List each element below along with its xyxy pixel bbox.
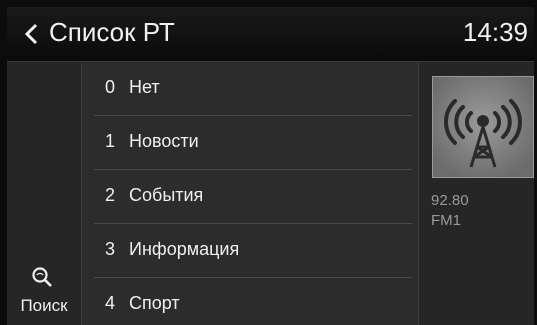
title-bar: Список РТ 14:39 — [7, 7, 534, 62]
list-item[interactable]: 2 События — [88, 170, 412, 224]
radio-tower-icon — [433, 77, 533, 177]
search-button[interactable]: Поиск — [7, 252, 81, 325]
chevron-left-icon — [24, 23, 38, 45]
item-label: Нет — [129, 77, 160, 97]
page-title: Список РТ — [49, 17, 175, 47]
station-panel: 92.80 FM1 — [418, 62, 534, 325]
list-item[interactable]: 3 Информация — [88, 224, 412, 278]
sidebar: Поиск — [7, 62, 82, 325]
pty-list: 0 Нет 1 Новости 2 События 3 Информация 4… — [82, 62, 418, 325]
band-text: FM1 — [431, 212, 461, 229]
item-label: Спорт — [129, 293, 180, 313]
item-number: 0 — [105, 77, 116, 97]
back-button[interactable] — [21, 21, 43, 47]
item-label: Информация — [129, 239, 240, 259]
item-label: Новости — [129, 131, 199, 151]
frequency-text: 92.80 — [431, 192, 469, 209]
station-info: 92.80 FM1 — [431, 191, 469, 231]
item-number: 4 — [105, 293, 116, 313]
item-label: События — [129, 185, 204, 205]
item-number: 2 — [105, 185, 116, 205]
search-icon — [32, 267, 52, 287]
search-label: Поиск — [20, 296, 68, 315]
list-item[interactable]: 4 Спорт — [88, 278, 412, 325]
item-number: 1 — [105, 131, 116, 151]
app-frame: Список РТ 14:39 Поиск 0 Нет 1 Новости 2 … — [7, 7, 534, 325]
list-item[interactable]: 1 Новости — [88, 116, 412, 170]
station-art — [432, 76, 534, 178]
list-item[interactable]: 0 Нет — [88, 62, 412, 116]
clock: 14:39 — [462, 17, 528, 47]
item-number: 3 — [105, 239, 116, 259]
